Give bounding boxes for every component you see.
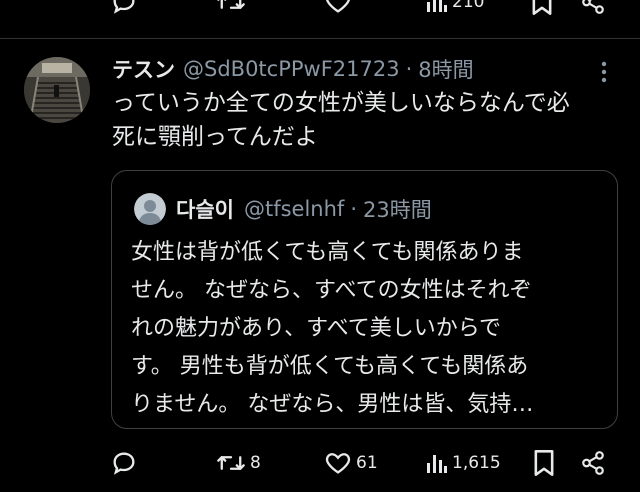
- retweet-button[interactable]: 8: [216, 449, 261, 477]
- user-handle[interactable]: @SdB0tcPPwF21723: [183, 57, 400, 81]
- prev-bookmark-button[interactable]: [530, 0, 554, 16]
- quoted-text-line: す。 男性も背が低くても高くても関係あ: [131, 354, 529, 379]
- prev-views-button[interactable]: 210: [426, 0, 484, 14]
- quoted-text-line: れの魅力があり、すべて美しいからで: [131, 316, 502, 341]
- tweet-text-line: 死に顎削ってんだよ: [112, 124, 318, 150]
- reply-icon: [113, 0, 135, 14]
- default-avatar-icon: [134, 193, 166, 225]
- prev-retweet-button[interactable]: [216, 0, 246, 16]
- quoted-timestamp: 23時間: [363, 198, 432, 222]
- views-icon: [427, 0, 447, 12]
- heart-icon: [326, 0, 350, 13]
- quoted-tweet-header: 다슬이 @tfselnhf · 23時間: [176, 191, 432, 227]
- previous-tweet-action-bar: 210: [0, 0, 640, 20]
- share-icon: [582, 0, 604, 14]
- quoted-header-separator: ·: [350, 197, 357, 221]
- share-icon: [582, 451, 604, 475]
- header-separator: ·: [405, 57, 413, 81]
- bookmark-icon: [534, 450, 554, 476]
- quoted-text-line: せん。 なぜなら、すべての女性はそれぞ: [131, 278, 532, 303]
- bookmark-button[interactable]: [532, 449, 556, 477]
- retweet-icon: [217, 0, 245, 9]
- quoted-text-line: りません。 なぜなら、男性は皆、気持…: [131, 392, 534, 417]
- prev-like-button[interactable]: [324, 0, 352, 16]
- tweet-divider: [0, 38, 640, 39]
- views-button[interactable]: 1,615: [426, 451, 501, 475]
- views-icon: [427, 455, 447, 473]
- like-button[interactable]: 61: [324, 449, 378, 477]
- bookmark-icon: [532, 0, 552, 15]
- views-count: 1,615: [452, 453, 501, 473]
- prev-reply-button[interactable]: [110, 0, 138, 16]
- quoted-text-line: 女性は背が低くても高くても関係ありま: [131, 240, 524, 265]
- quoted-user-handle: @tfselnhf: [243, 197, 345, 221]
- more-options-button[interactable]: [596, 58, 612, 86]
- display-name[interactable]: テスン: [112, 54, 175, 84]
- tweet-text: っていうか全ての女性が美しいならなんで必 死に顎削ってんだよ: [112, 86, 622, 154]
- like-count: 61: [356, 453, 378, 473]
- avatar-image: [24, 57, 90, 123]
- avatar[interactable]: [24, 57, 90, 123]
- heart-icon: [325, 453, 351, 474]
- quoted-avatar: [134, 193, 166, 225]
- retweet-icon: [217, 456, 245, 470]
- quoted-display-name: 다슬이: [176, 198, 234, 222]
- tweet-text-line: っていうか全ての女性が美しいならなんで必: [112, 90, 570, 116]
- prev-views-count: 210: [452, 0, 485, 12]
- retweet-count: 8: [250, 453, 261, 473]
- prev-share-button[interactable]: [580, 0, 606, 16]
- tweet-timestamp[interactable]: 8時間: [418, 54, 473, 84]
- reply-icon: [113, 452, 135, 475]
- reply-button[interactable]: [110, 449, 142, 477]
- share-button[interactable]: [580, 449, 606, 477]
- quoted-tweet-text: 女性は背が低くても高くても関係ありま せん。 なぜなら、すべての女性はそれぞ れ…: [131, 234, 601, 424]
- tweet-header: テスン @SdB0tcPPwF21723 · 8時間: [112, 53, 474, 85]
- more-icon: [601, 61, 607, 83]
- quoted-tweet-card[interactable]: 다슬이 @tfselnhf · 23時間 女性は背が低くても高くても関係ありま …: [111, 170, 618, 429]
